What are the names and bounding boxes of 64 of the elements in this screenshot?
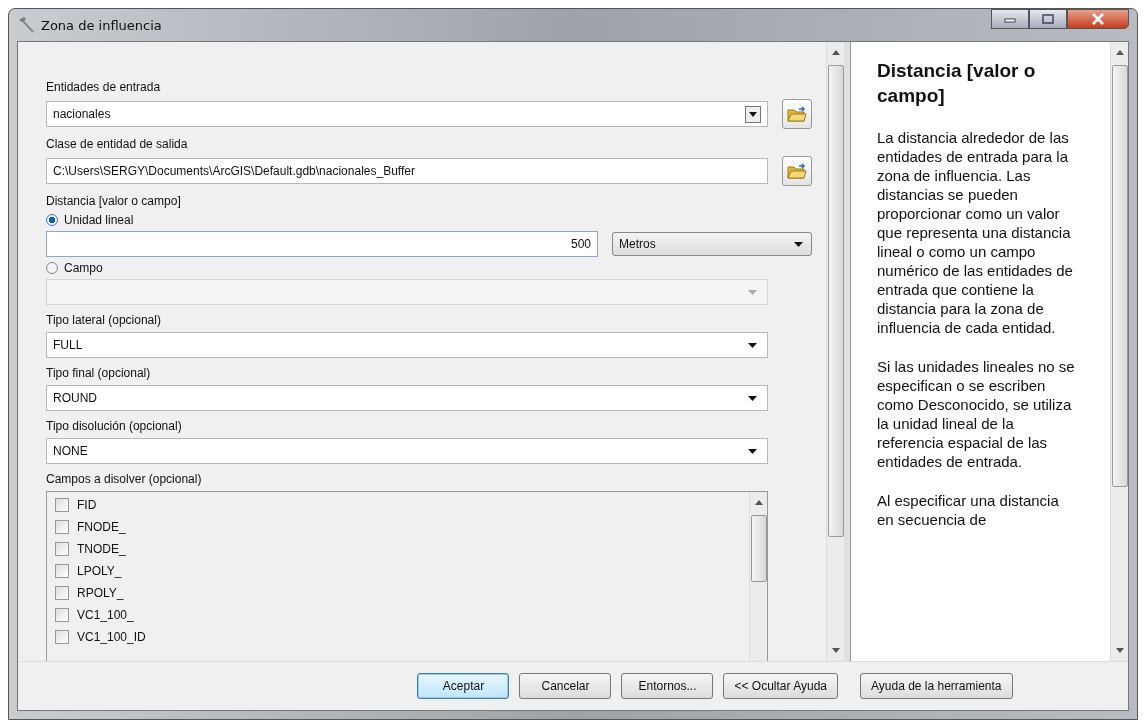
browse-button[interactable]: [782, 156, 812, 186]
close-icon: [1091, 13, 1105, 25]
caret-icon: [748, 342, 757, 348]
dropdown[interactable]: NONE: [46, 438, 768, 464]
dialog-button[interactable]: Cancelar: [519, 673, 612, 699]
radio-label: Campo: [64, 261, 103, 275]
parameter-label: Tipo final (opcional): [46, 366, 152, 381]
field-checkbox[interactable]: VC1_100_ID: [55, 626, 741, 648]
down-arrow-icon: [1115, 648, 1124, 653]
minimize-button[interactable]: [991, 9, 1029, 29]
help-paragraph: La distancia alrededor de las entidades de entrada para la zona de influencia. Las distancias se pueden proporcionar como un valor que representa una distancia lineal o como un campo numérico de las entidades de entrada que contiene la distancia para la zona de influencia de cada entidad.: [877, 128, 1074, 337]
parameter-label: Campos a disolver (opcional): [46, 472, 203, 487]
window-title: Zona de influencia: [41, 17, 162, 33]
maximize-icon: [1042, 14, 1054, 24]
tool-help-button[interactable]: Ayuda de la herramienta: [860, 673, 1013, 699]
dialog-button[interactable]: Entornos...: [621, 673, 714, 699]
up-arrow-icon: [754, 500, 763, 505]
maximize-button[interactable]: [1029, 9, 1067, 29]
help-paragraph: Al especificar una distancia en secuencia de: [877, 491, 1060, 529]
caret-icon: [748, 395, 757, 401]
parameter-label: Clase de entidad de salida: [46, 137, 189, 152]
scrollbar[interactable]: [826, 42, 844, 661]
scrollbar[interactable]: [749, 492, 767, 661]
folder-icon: [787, 105, 807, 123]
scrollbar[interactable]: [1110, 42, 1128, 661]
field-checkbox[interactable]: LPOLY_: [55, 560, 741, 582]
radio-button[interactable]: [46, 214, 58, 226]
dialog-button[interactable]: Aceptar: [417, 673, 510, 699]
minimize-icon: [1004, 15, 1016, 23]
close-button[interactable]: [1067, 9, 1129, 29]
dropdown-button[interactable]: [745, 105, 761, 123]
field-checkbox[interactable]: FID: [55, 494, 741, 516]
browse-button[interactable]: [782, 99, 812, 129]
caret-icon: [794, 241, 803, 247]
distance-field[interactable]: 500: [46, 231, 598, 257]
help-title: Distancia [valor o campo]: [877, 59, 1037, 108]
unit-dropdown[interactable]: Metros: [612, 232, 812, 256]
scrollbar-thumb[interactable]: [827, 65, 844, 537]
caret-icon: [748, 448, 757, 454]
dialog-button[interactable]: << Ocultar Ayuda: [723, 673, 838, 699]
down-arrow-icon: [831, 648, 840, 653]
radio-label: Unidad lineal: [64, 213, 134, 227]
dropdown[interactable]: FULL: [46, 332, 768, 358]
dropdown[interactable]: ROUND: [46, 385, 768, 411]
help-paragraph: Si las unidades lineales no se especifican o se escriben como Desconocido, se utiliza la unidad lineal de la referencia espacial de las entidades de entrada.: [877, 357, 1076, 471]
parameter-label: Distancia [valor o campo]: [46, 194, 182, 209]
up-arrow-icon: [831, 50, 840, 55]
field-checkbox[interactable]: RPOLY_: [55, 582, 741, 604]
caret-icon: [749, 111, 757, 117]
scrollbar-thumb[interactable]: [750, 515, 767, 582]
field-checkbox[interactable]: VC1_100_: [55, 604, 741, 626]
parameter-label: Entidades de entrada: [46, 80, 162, 95]
up-arrow-icon: [1115, 50, 1124, 55]
radio-button[interactable]: [46, 262, 58, 274]
combo-box[interactable]: nacionales: [46, 101, 768, 127]
field-checkbox[interactable]: FNODE_: [55, 516, 741, 538]
parameter-label: Tipo disolución (opcional): [46, 419, 183, 434]
hammer-icon: [17, 16, 35, 34]
field-checkbox[interactable]: TNODE_: [55, 538, 741, 560]
folder-icon: [787, 162, 807, 180]
scrollbar-thumb[interactable]: [1111, 65, 1128, 487]
parameter-label: Tipo lateral (opcional): [46, 313, 162, 328]
text-field[interactable]: C:\Users\SERGY\Documents\ArcGIS\Default.gdb\nacionales_Buffer: [46, 158, 768, 184]
caret-icon: [748, 289, 757, 295]
